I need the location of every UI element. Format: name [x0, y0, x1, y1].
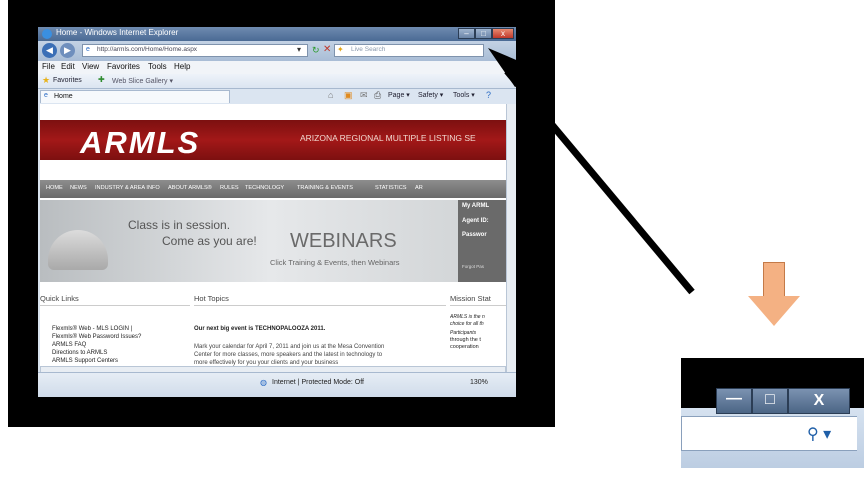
- zoom-inset: — □ X ⚲ ▾: [681, 308, 864, 477]
- zoom-minimize-button[interactable]: —: [716, 388, 752, 414]
- zoom-close-button[interactable]: X: [788, 388, 850, 414]
- zoom-maximize-button[interactable]: □: [752, 388, 788, 414]
- zoom-search-icon[interactable]: ⚲ ▾: [807, 424, 831, 444]
- arrow-head: [488, 48, 535, 87]
- arrow-shaft: [504, 68, 695, 295]
- highlight-arrow-shaft: [763, 262, 785, 297]
- zoom-search-box[interactable]: ⚲ ▾: [681, 416, 857, 451]
- highlight-arrow-head: [748, 296, 800, 326]
